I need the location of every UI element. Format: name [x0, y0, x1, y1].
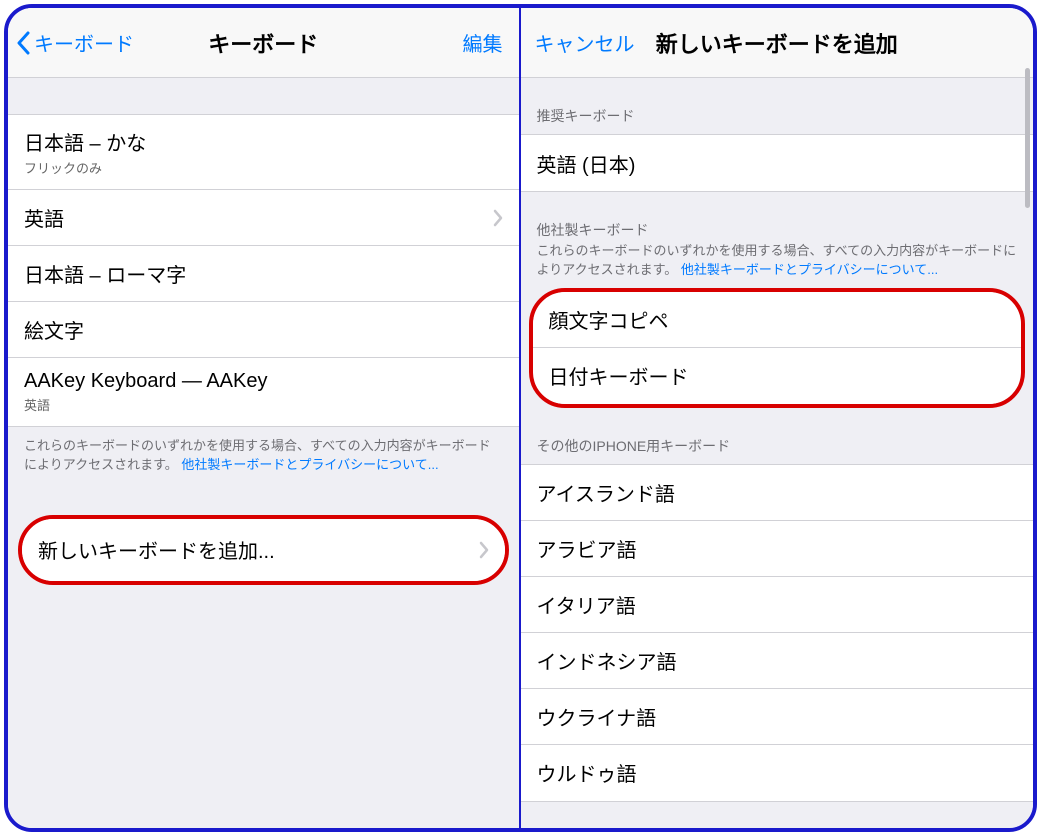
keyboard-label: 絵文字	[24, 315, 84, 344]
keyboard-row[interactable]: 英語	[8, 190, 519, 246]
keyboard-option[interactable]: イタリア語	[521, 577, 1034, 633]
option-label: アイスランド語	[537, 478, 675, 507]
keyboard-option[interactable]: インドネシア語	[521, 633, 1034, 689]
privacy-link[interactable]: 他社製キーボードとプライバシーについて...	[681, 262, 938, 277]
add-keyboard-highlight: 新しいキーボードを追加...	[18, 515, 509, 585]
keyboard-label: 英語	[24, 203, 64, 232]
third-party-highlight: 顔文字コピペ 日付キーボード	[529, 288, 1026, 408]
add-new-keyboard-button[interactable]: 新しいキーボードを追加...	[22, 519, 505, 581]
nav-bar: キャンセル 新しいキーボードを追加	[521, 8, 1034, 78]
keyboard-option[interactable]: アラビア語	[521, 521, 1034, 577]
page-title: キーボード	[208, 27, 318, 59]
keyboard-option[interactable]: ウクライナ語	[521, 689, 1034, 745]
keyboard-row[interactable]: AAKey Keyboard — AAKey 英語	[8, 358, 519, 426]
page-title: 新しいキーボードを追加	[656, 27, 898, 59]
third-party-note: これらのキーボードのいずれかを使用する場合、すべての入力内容がキーボードによりア…	[8, 427, 519, 487]
third-party-list: 顔文字コピペ 日付キーボード	[533, 292, 1022, 404]
nav-bar: キーボード キーボード 編集	[8, 8, 519, 78]
keyboard-sublabel: フリックのみ	[24, 158, 146, 177]
chevron-right-icon	[493, 209, 503, 227]
privacy-link[interactable]: 他社製キーボードとプライバシーについて...	[181, 457, 438, 472]
keyboard-row[interactable]: 日本語 – かな フリックのみ	[8, 115, 519, 190]
recommended-header: 推奨キーボード	[521, 78, 1034, 134]
keyboard-option[interactable]: 顔文字コピペ	[533, 292, 1022, 348]
tutorial-frame: キーボード キーボード 編集 日本語 – かな フリックのみ 英語 日本語 – …	[4, 4, 1037, 832]
keyboard-option[interactable]: 英語 (日本)	[521, 135, 1034, 191]
option-label: 英語 (日本)	[537, 149, 636, 178]
keyboard-list-screen: キーボード キーボード 編集 日本語 – かな フリックのみ 英語 日本語 – …	[8, 8, 521, 828]
keyboard-row[interactable]: 日本語 – ローマ字	[8, 246, 519, 302]
back-label: キーボード	[34, 28, 134, 57]
option-label: 日付キーボード	[549, 361, 689, 390]
keyboard-sublabel: 英語	[24, 395, 267, 414]
other-header: その他のIPHONE用キーボード	[521, 408, 1034, 464]
option-label: インドネシア語	[537, 646, 677, 675]
recommended-list: 英語 (日本)	[521, 134, 1034, 192]
chevron-right-icon	[479, 541, 489, 559]
back-button[interactable]: キーボード	[16, 28, 134, 57]
keyboard-row[interactable]: 絵文字	[8, 302, 519, 358]
keyboard-option[interactable]: 日付キーボード	[533, 348, 1022, 404]
other-keyboards-list: アイスランド語 アラビア語 イタリア語 インドネシア語 ウクライナ語 ウルドゥ語	[521, 464, 1034, 802]
installed-keyboards-list: 日本語 – かな フリックのみ 英語 日本語 – ローマ字 絵文字 AAKey …	[8, 114, 519, 427]
add-keyboard-label: 新しいキーボードを追加...	[38, 535, 275, 564]
third-party-header: 他社製キーボード	[521, 192, 1034, 242]
keyboard-label: 日本語 – ローマ字	[24, 259, 186, 288]
keyboard-label: 日本語 – かな	[24, 127, 146, 156]
add-keyboard-screen: キャンセル 新しいキーボードを追加 推奨キーボード 英語 (日本) 他社製キーボ…	[521, 8, 1034, 828]
option-label: 顔文字コピペ	[549, 305, 669, 334]
option-label: ウクライナ語	[537, 702, 657, 731]
option-label: ウルドゥ語	[537, 758, 637, 787]
option-label: イタリア語	[537, 590, 636, 619]
chevron-left-icon	[16, 31, 30, 55]
cancel-button[interactable]: キャンセル	[535, 28, 635, 57]
edit-button[interactable]: 編集	[463, 28, 503, 57]
third-party-note: これらのキーボードのいずれかを使用する場合、すべての入力内容がキーボードによりア…	[521, 242, 1034, 292]
keyboard-label: AAKey Keyboard — AAKey	[24, 370, 267, 393]
keyboard-option[interactable]: アイスランド語	[521, 465, 1034, 521]
keyboard-option[interactable]: ウルドゥ語	[521, 745, 1034, 801]
option-label: アラビア語	[537, 534, 637, 563]
